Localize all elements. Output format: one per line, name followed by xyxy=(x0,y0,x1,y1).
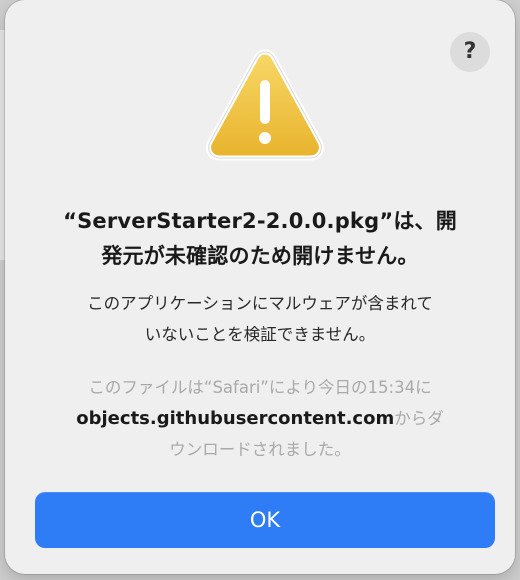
download-source-line-2-suffix: からダ xyxy=(394,409,444,428)
alert-title: “ServerStarter2-2.0.0.pkg”は、開 発元が未確認のため開… xyxy=(25,204,495,274)
alert-title-line-2: 発元が未確認のため開けません。 xyxy=(101,244,419,268)
download-source-line-2: objects.githubusercontent.comからダ xyxy=(33,403,487,434)
help-button[interactable]: ? xyxy=(450,32,490,72)
download-source-domain: objects.githubusercontent.com xyxy=(76,408,395,429)
alert-message: このアプリケーションにマルウェアが含まれて いないことを検証できません。 xyxy=(33,288,487,350)
warning-triangle-icon xyxy=(206,49,324,161)
download-source-info: このファイルは“Safari”により今日の15:34に objects.gith… xyxy=(33,372,487,465)
alert-title-line-1: “ServerStarter2-2.0.0.pkg”は、開 xyxy=(63,209,457,233)
help-button-label: ? xyxy=(463,39,477,64)
alert-message-line-2: いないことを検証できません。 xyxy=(144,325,376,344)
download-source-line-1: このファイルは“Safari”により今日の15:34に xyxy=(88,378,432,397)
download-source-line-3: ウンロードされました。 xyxy=(169,440,351,459)
alert-message-line-1: このアプリケーションにマルウェアが含まれて xyxy=(87,294,433,313)
ok-button-label: OK xyxy=(249,508,281,532)
ok-button[interactable]: OK xyxy=(35,492,495,548)
unverified-developer-alert: ? “ServerStarter2-2.0.0.pkg”は、開 発元が未確認のた… xyxy=(5,0,515,574)
